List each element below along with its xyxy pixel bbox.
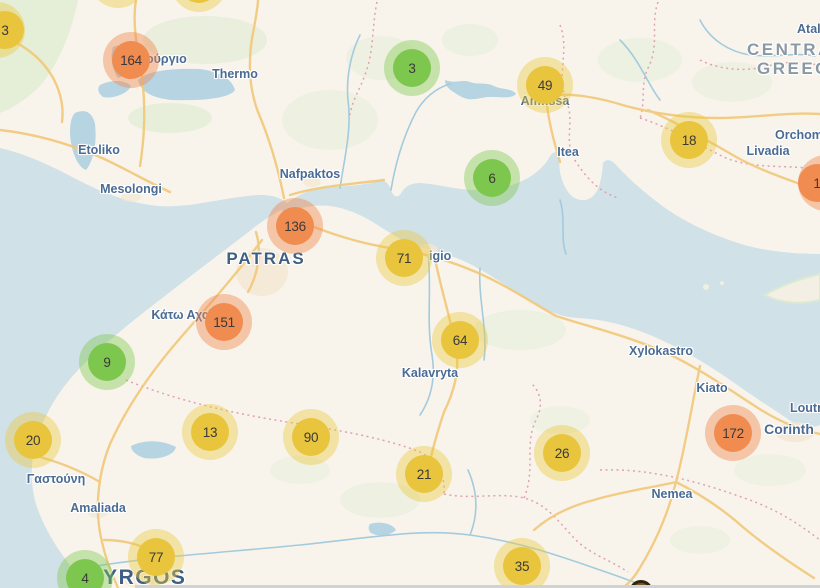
cluster-marker-4[interactable]: 4	[57, 550, 113, 588]
cluster-count: 151	[205, 303, 243, 341]
cluster-marker-edge-top-2[interactable]	[171, 0, 227, 12]
cluster-count: 21	[405, 455, 443, 493]
cluster-count: 3	[393, 49, 431, 87]
cluster-marker-172[interactable]: 172	[705, 405, 761, 461]
cluster-marker-64[interactable]: 64	[432, 312, 488, 368]
cluster-layer: 3 164 3 49 18 6 136 71 151 9 64 20 13 90 21 26 172 35 77 4 1	[0, 0, 820, 588]
cluster-count: 35	[503, 547, 541, 585]
cluster-count: 18	[670, 121, 708, 159]
cluster-marker-35[interactable]: 35	[494, 538, 550, 588]
cluster-marker-3[interactable]: 3	[384, 40, 440, 96]
cluster-count: 20	[14, 421, 52, 459]
cluster-marker-6[interactable]: 6	[464, 150, 520, 206]
cluster-count: 172	[714, 414, 752, 452]
cluster-marker-13[interactable]: 13	[182, 404, 238, 460]
cluster-marker-136[interactable]: 136	[267, 198, 323, 254]
cluster-marker-164[interactable]: 164	[103, 32, 159, 88]
cluster-count: 90	[292, 418, 330, 456]
cluster-count: 3	[0, 11, 24, 49]
cluster-marker-151[interactable]: 151	[196, 294, 252, 350]
cluster-marker-9[interactable]: 9	[79, 334, 135, 390]
cluster-count: 1	[798, 164, 820, 202]
cluster-count: 77	[137, 538, 175, 576]
cluster-count: 13	[191, 413, 229, 451]
cluster-count: 4	[66, 559, 104, 588]
cluster-count: 9	[88, 343, 126, 381]
cluster-marker-49[interactable]: 49	[517, 57, 573, 113]
cluster-count: 64	[441, 321, 479, 359]
cluster-count: 6	[473, 159, 511, 197]
cluster-count: 164	[112, 41, 150, 79]
cluster-marker-77[interactable]: 77	[128, 529, 184, 585]
cluster-marker-71[interactable]: 71	[376, 230, 432, 286]
cluster-marker-edge-top-1[interactable]	[90, 0, 146, 8]
cluster-count	[180, 0, 218, 3]
cluster-count: 136	[276, 207, 314, 245]
cluster-count: 26	[543, 434, 581, 472]
cluster-marker-20[interactable]: 20	[5, 412, 61, 468]
cluster-count: 49	[526, 66, 564, 104]
cluster-marker-18[interactable]: 18	[661, 112, 717, 168]
cluster-count: 71	[385, 239, 423, 277]
cluster-marker-edge-right[interactable]: 1	[798, 155, 820, 211]
map-canvas[interactable]: ούργιοThermoEtolikoMesolongiNafpaktosAmf…	[0, 0, 820, 588]
cluster-marker-edge-top-left[interactable]: 3	[0, 2, 25, 58]
cluster-marker-21[interactable]: 21	[396, 446, 452, 502]
cluster-marker-26[interactable]: 26	[534, 425, 590, 481]
cluster-marker-90[interactable]: 90	[283, 409, 339, 465]
